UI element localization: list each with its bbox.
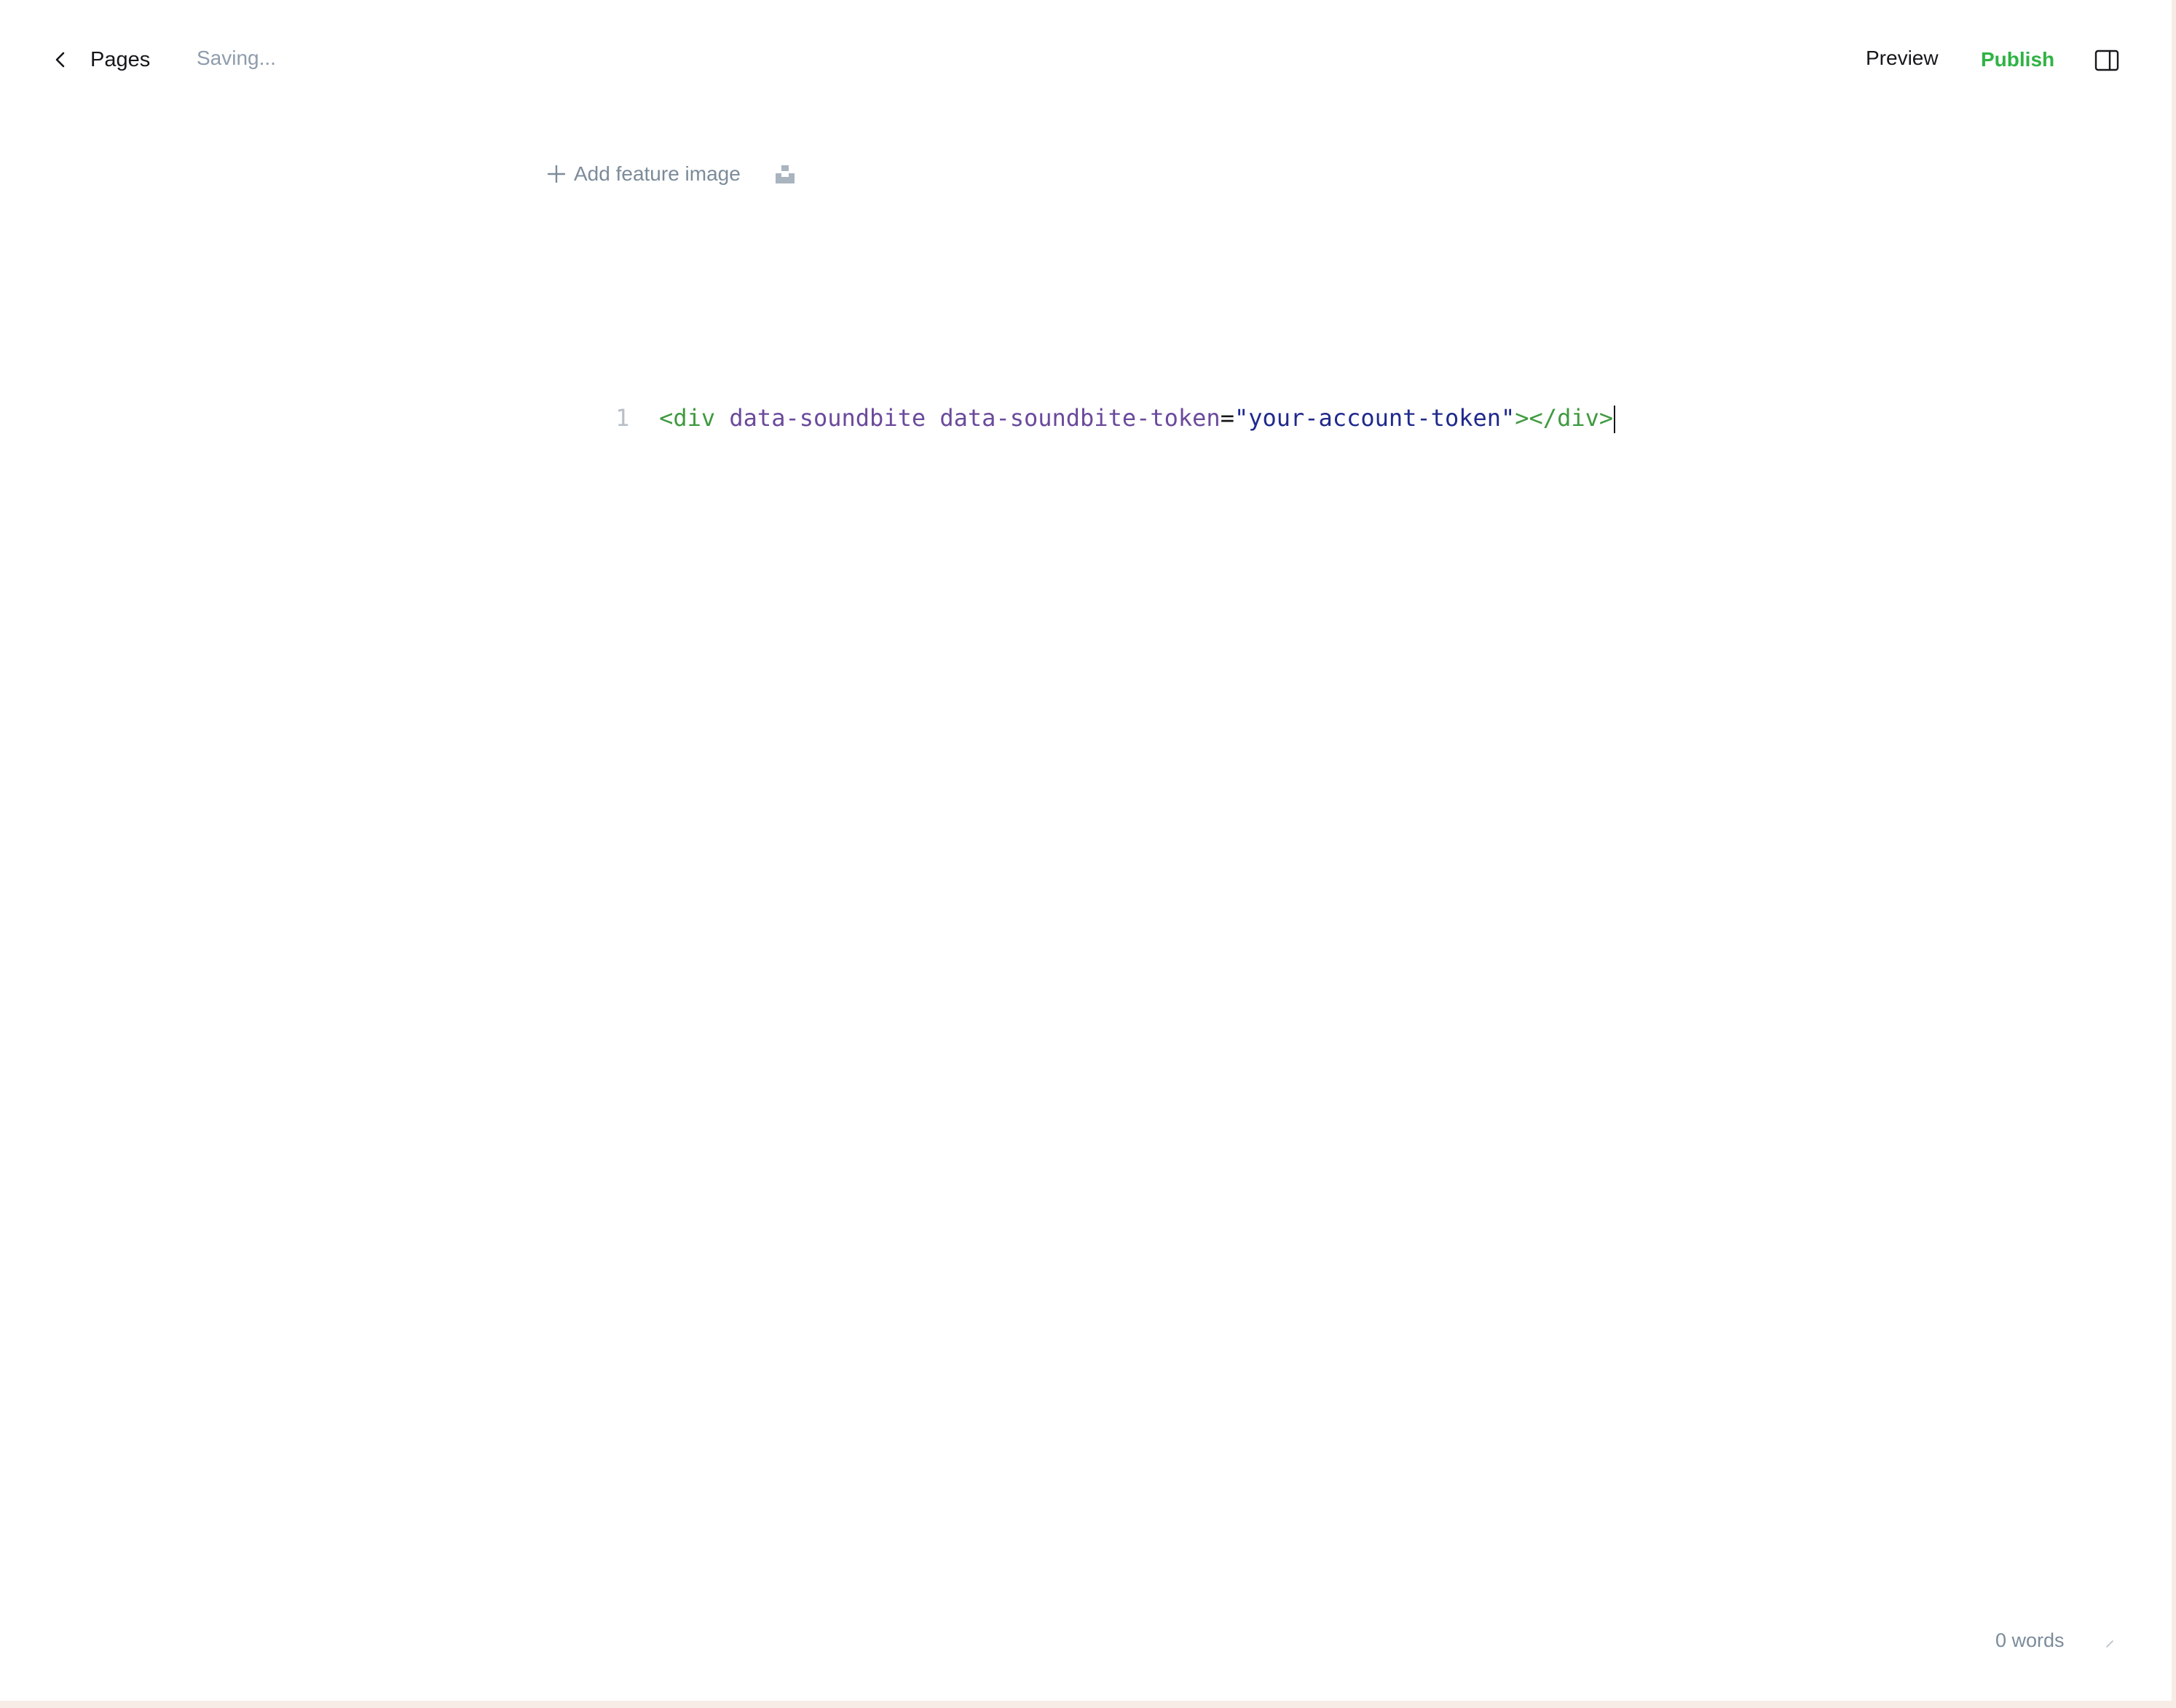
editor-header: Pages Saving... Preview Publish: [0, 0, 2172, 122]
add-feature-image-button[interactable]: Add feature image: [546, 162, 741, 186]
code-open-tag: <div: [659, 404, 716, 432]
add-feature-image-label: Add feature image: [574, 162, 741, 185]
code-string: "your-account-token": [1234, 404, 1515, 432]
back-link-label: Pages: [90, 47, 151, 71]
editor-window: Pages Saving... Preview Publish Add feat…: [0, 0, 2176, 1708]
sidebar-toggle-icon[interactable]: [2094, 50, 2119, 71]
chevron-left-icon: [50, 49, 71, 71]
back-to-pages-link[interactable]: Pages: [50, 38, 150, 82]
code-close-tag: ></div>: [1515, 404, 1614, 432]
publish-button[interactable]: Publish: [1981, 48, 2054, 71]
code-equals: =: [1220, 404, 1234, 432]
text-cursor: [1614, 406, 1616, 433]
code-attribute: data-soundbite-token: [939, 404, 1221, 432]
plus-icon: [546, 164, 567, 184]
feature-image-row: Add feature image: [546, 156, 796, 192]
html-code-editor[interactable]: 1 <div data-soundbite data-soundbite-toke…: [546, 361, 1639, 433]
unsplash-icon[interactable]: [774, 163, 796, 185]
line-number: 1: [615, 404, 630, 432]
save-status: Saving...: [197, 47, 276, 69]
code-attribute: data-soundbite: [729, 404, 926, 432]
resize-handle-icon[interactable]: [2105, 1638, 2115, 1648]
preview-button[interactable]: Preview: [1866, 47, 1939, 70]
word-count: 0 words: [1995, 1629, 2065, 1651]
